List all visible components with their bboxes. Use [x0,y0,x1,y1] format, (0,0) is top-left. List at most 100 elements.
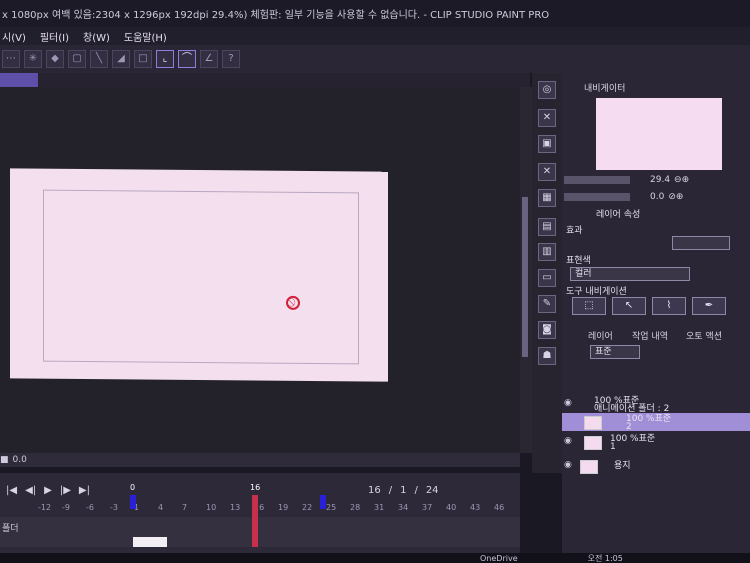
first-frame-icon[interactable]: |◀ [6,485,17,496]
blend-mode-value: 표준 [595,347,612,357]
end-marker[interactable] [320,495,326,509]
canvas-tab[interactable] [0,73,38,87]
effect-label: 효과 [566,226,583,236]
current-frame: 16 [367,484,381,496]
layer-thumbnail [580,460,598,474]
person-icon[interactable]: ☗ [538,347,556,365]
color-label: 표현색 [566,256,591,266]
timeline-panel: |◀ ◀| ▶ |▶ ▶| 16 / 1 / 24 -12 -9 -6 -3 1 4 7 10… [0,473,520,563]
next-frame-icon[interactable]: |▶ [60,485,71,496]
navigator-tab[interactable]: 내비게이터 [584,81,625,94]
ruler-tick-label: 7 [182,503,188,512]
safe-area-frame [43,189,359,365]
rotate-row: 0.0 ⊘⊕ [564,190,748,204]
layer-row-selected[interactable]: 100 %표준 2 [562,413,750,432]
timeline-track[interactable]: 폴더 [0,517,520,547]
document-icon[interactable]: ▤ [538,218,556,236]
ruler-tick-label: 22 [302,503,313,512]
grid-icon[interactable]: ⋯ [2,50,20,68]
folder-icon[interactable]: ▭ [538,269,556,287]
play-icon[interactable]: ▶ [44,485,52,496]
curve-snap-icon[interactable]: ⌒ [178,50,196,68]
vertical-scrollbar[interactable] [520,87,532,453]
ruler-tick-label: 19 [278,503,289,512]
pen-tool-icon[interactable]: ✒ [692,297,726,315]
layer-row[interactable]: ◉ 100 %표준 1 [562,433,750,452]
separator-2: / [414,484,418,496]
layer-name: 1 [610,442,616,452]
onedrive-label[interactable]: OneDrive [480,554,518,563]
ruler-tick-label: -6 [86,503,94,512]
layer-tab[interactable]: 레이어 [588,329,613,342]
navigator-icon[interactable]: ◎ [538,81,556,99]
cursor-tool-icon[interactable]: ↖ [612,297,646,315]
visibility-eye-icon[interactable]: ◉ [564,436,572,446]
visibility-eye-icon[interactable]: ◉ [564,398,572,408]
ruler-tick-label: 37 [422,503,433,512]
close-icon[interactable]: ✕ [538,109,556,127]
start-marker[interactable]: 0 [130,483,136,509]
effect-selector[interactable] [672,236,730,250]
edit-icon[interactable]: ✎ [538,295,556,313]
menu-filter[interactable]: 필터(I) [40,29,69,44]
zoom-slider[interactable] [564,176,630,184]
layer-thumbnail [584,416,602,430]
navigator-preview[interactable] [596,98,722,170]
angle-icon[interactable]: ∠ [200,50,218,68]
scroll-thumb[interactable] [522,197,528,357]
frame-a: 1 [400,484,407,496]
sparkle-icon[interactable]: ✳ [24,50,42,68]
rotate-slider[interactable] [564,193,630,201]
color-dropdown[interactable]: 컬러 [570,267,690,281]
ruler-tick-label: 25 [326,503,337,512]
ruler-tick-label: 31 [374,503,385,512]
zoom-readout: 29.4 [650,175,671,185]
menu-window[interactable]: 창(W) [83,29,110,44]
camera-icon[interactable]: ◙ [538,321,556,339]
vector-tool-icon[interactable]: ⌇ [652,297,686,315]
crop-icon[interactable]: ▢ [68,50,86,68]
menu-view[interactable]: 시(V) [2,29,26,44]
fill-icon[interactable]: ◆ [46,50,64,68]
history-tab[interactable]: 작업 내역 [632,329,668,342]
layer-icon[interactable]: ▥ [538,243,556,261]
ruler-tick-label: 46 [494,503,505,512]
stop-icon[interactable]: ■ [0,455,9,465]
help-icon[interactable]: ? [222,50,240,68]
zoom-row: 29.4 ⊖⊕ [564,173,748,187]
square-icon[interactable]: □ [134,50,152,68]
clip-studio-window: x 1080px 여백 있음:2304 x 1296px 192dpi 29.4… [0,0,750,563]
ruler-snap-icon[interactable]: ⌞ [156,50,174,68]
close-icon-2[interactable]: ✕ [538,163,556,181]
last-frame-icon[interactable]: ▶| [79,485,90,496]
blend-mode-select[interactable]: 표준 [590,345,640,359]
texture-icon[interactable]: ▦ [538,189,556,207]
ruler-tick-label: 13 [230,503,241,512]
total-frames: 24 [425,484,439,496]
rotate-controls-icon[interactable]: ⊘⊕ [668,192,683,202]
command-toolbar: ⋯ ✳ ◆ ▢ ╲ ◢ □ ⌞ ⌒ ∠ ? [0,45,750,73]
prohibited-cursor-icon: ⃠ [286,295,300,310]
triangle-icon[interactable]: ◢ [112,50,130,68]
animation-cel[interactable] [133,537,167,547]
layer-property-tab[interactable]: 레이어 속성 [596,207,640,220]
playhead[interactable]: 16 [250,483,260,547]
zoom-controls-icon[interactable]: ⊖⊕ [674,175,689,185]
auto-action-tab[interactable]: 오토 액션 [686,329,722,342]
layer-row[interactable]: ◉ 100 %표준 애니메이션 폴더 : 2 [562,395,750,414]
ruler-tick-label: -9 [62,503,70,512]
prev-frame-icon[interactable]: ◀| [25,485,36,496]
canvas-paper[interactable]: ⃠ [10,168,388,382]
visibility-eye-icon[interactable]: ◉ [564,460,572,470]
ruler-tick-label: 28 [350,503,361,512]
select-tool-icon[interactable]: ⬚ [572,297,606,315]
layer-opacity: 100 %표준 [626,414,672,424]
clock: 오전 1:05 [587,553,623,563]
layer-row[interactable]: ◉ 용지 [562,457,750,475]
slash-icon[interactable]: ╲ [90,50,108,68]
lock-icon[interactable]: ▣ [538,135,556,153]
start-marker-label: 0 [130,483,136,492]
layer-property-panel: 레이어 속성 효과 표현색 컬러 도구 내비게이션 ⬚ ↖ ⌇ ✒ [562,205,750,327]
ruler-tick-label: 10 [206,503,217,512]
menu-help[interactable]: 도움말(H) [124,29,167,44]
